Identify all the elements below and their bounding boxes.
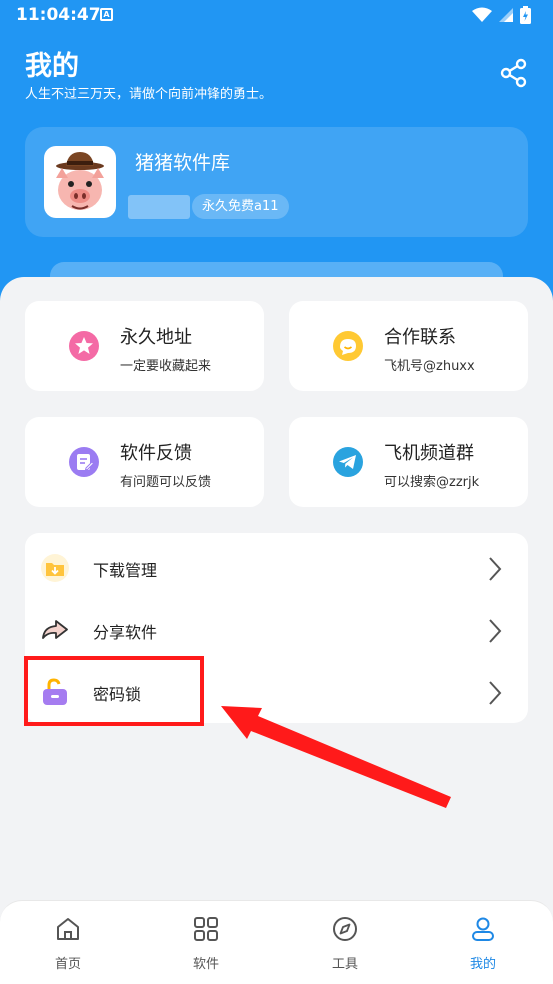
nav-label: 工具 [331, 957, 358, 972]
chevron-right-icon [489, 619, 502, 643]
profile-name: 猪猪软件库 [135, 152, 231, 174]
feedback-icon [69, 447, 99, 477]
nav-item-home[interactable]: 首页 [28, 915, 108, 977]
menu-item-label: 分享软件 [93, 623, 158, 642]
signal-icon [499, 8, 513, 22]
pig-avatar-icon [56, 152, 104, 210]
grid-card-title: 永久地址 [120, 327, 192, 348]
membership-tag: 永久免费a11 [192, 194, 289, 219]
chevron-right-icon [489, 557, 502, 581]
grid-card-title: 软件反馈 [120, 443, 192, 464]
grid-card-desc: 飞机号@zhuxx [384, 359, 475, 374]
grid-card-title: 飞机频道群 [384, 443, 474, 464]
user-icon [472, 917, 494, 941]
annotation-highlight-box [24, 656, 204, 726]
page-subtitle: 人生不过三万天，请做个向前冲锋的勇士。 [25, 87, 273, 102]
battery-charging-icon [520, 6, 531, 24]
grid-card-desc: 可以搜索@zzrjk [384, 475, 480, 490]
grid-card-feedback[interactable]: 软件反馈 有问题可以反馈 [25, 417, 264, 507]
grid-card-permanent-address[interactable]: 永久地址 一定要收藏起来 [25, 301, 264, 391]
star-icon [69, 331, 99, 361]
profile-card[interactable]: 猪猪软件库 永久免费a11 [25, 127, 528, 237]
nav-label: 我的 [469, 957, 496, 972]
share-arrow-icon [42, 620, 68, 639]
grid-card-desc: 一定要收藏起来 [120, 359, 212, 374]
nav-item-tools[interactable]: 工具 [305, 915, 385, 977]
chevron-right-icon [489, 681, 502, 705]
nav-item-software[interactable]: 软件 [166, 915, 246, 977]
home-icon [57, 918, 79, 940]
blurred-user-id [128, 195, 190, 219]
avatar [44, 146, 116, 218]
grid-icon [194, 917, 218, 941]
grid-card-telegram-channel[interactable]: 飞机频道群 可以搜索@zzrjk [289, 417, 528, 507]
nav-label: 软件 [192, 957, 219, 972]
wifi-icon [472, 7, 492, 22]
share-icon[interactable] [499, 58, 529, 88]
status-time: 11:04:47 [16, 5, 101, 25]
nav-item-mine[interactable]: 我的 [443, 915, 523, 977]
nav-label: 首页 [54, 957, 81, 972]
status-icons [472, 6, 531, 24]
download-folder-icon [41, 554, 69, 582]
grid-card-title: 合作联系 [384, 327, 456, 348]
grid-card-contact[interactable]: 合作联系 飞机号@zhuxx [289, 301, 528, 391]
compass-icon [333, 917, 357, 941]
telegram-icon [333, 447, 363, 477]
status-bar: 11:04:47 A [0, 0, 553, 32]
chat-icon [333, 331, 363, 361]
menu-item-download-manager[interactable]: 下载管理 [25, 537, 528, 599]
page-title: 我的 [25, 51, 79, 82]
bottom-nav: 首页 软件 工具 我的 [0, 900, 553, 984]
menu-item-share-app[interactable]: 分享软件 [25, 599, 528, 661]
notification-badge-icon: A [100, 8, 113, 21]
grid-card-desc: 有问题可以反馈 [120, 475, 212, 490]
menu-item-label: 下载管理 [93, 561, 158, 580]
